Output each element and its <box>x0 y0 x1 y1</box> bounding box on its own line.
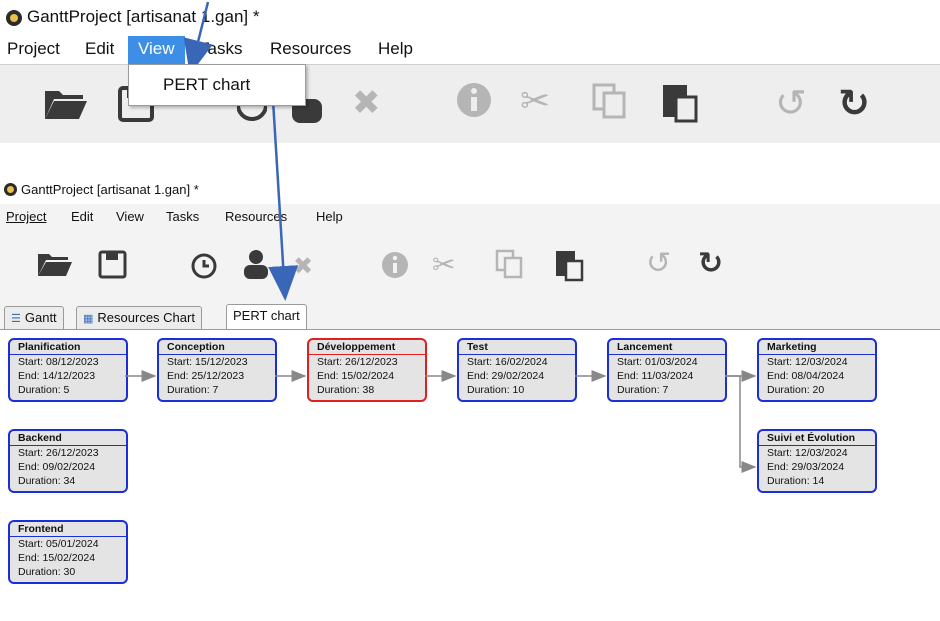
task-end: End: 15/02/2024 <box>18 552 96 564</box>
tab-gantt[interactable]: ☰ Gantt <box>4 306 64 329</box>
task-duration: Duration: 10 <box>467 384 525 396</box>
task-start: Start: 15/12/2023 <box>167 356 248 368</box>
undo-icon-small[interactable]: ↺ <box>646 246 671 281</box>
task-end: End: 29/03/2024 <box>767 461 845 473</box>
bottom-title-bar: GanttProject [artisanat 1.gan] * <box>0 178 940 202</box>
paste-icon[interactable] <box>660 81 700 127</box>
tab-resources-label: Resources Chart <box>97 310 195 325</box>
pert-task-box[interactable]: Planification Start: 08/12/2023 End: 14/12… <box>8 338 128 402</box>
menu-view-small[interactable]: View <box>116 209 144 224</box>
pert-task-box[interactable]: Développement Start: 26/12/2023 End: 15/02… <box>307 338 427 402</box>
task-start: Start: 01/03/2024 <box>617 356 698 368</box>
menu-project[interactable]: Project <box>7 36 60 64</box>
window-title-small: GanttProject [artisanat 1.gan] * <box>21 182 199 197</box>
pert-task-box[interactable]: Lancement Start: 01/03/2024 End: 11/03/202… <box>607 338 727 402</box>
top-menu-bar: Project Edit View Tasks Resources Help <box>0 36 940 64</box>
gantt-tab-icon: ☰ <box>11 313 21 325</box>
delete-icon-small[interactable]: ✖ <box>293 252 313 280</box>
ganttproject-logo-icon <box>6 10 22 26</box>
menu-edit[interactable]: Edit <box>85 36 114 64</box>
delete-icon[interactable]: ✖ <box>352 83 381 123</box>
redo-icon[interactable]: ↻ <box>838 81 870 125</box>
menu-view[interactable]: View <box>128 36 185 64</box>
menu-resources[interactable]: Resources <box>270 36 351 64</box>
task-start: Start: 05/01/2024 <box>18 538 99 550</box>
pert-chart-area: Planification Start: 08/12/2023 End: 14/12… <box>0 329 940 621</box>
menu-resources-small[interactable]: Resources <box>225 209 287 224</box>
copy-icon-small[interactable] <box>494 248 526 284</box>
task-name: Marketing <box>759 340 875 355</box>
resources-tab-icon: ▦ <box>83 313 94 325</box>
task-start: Start: 08/12/2023 <box>18 356 99 368</box>
bottom-menu-bar: Project Edit View Tasks Resources Help <box>0 204 940 230</box>
person-icon-small[interactable] <box>242 248 270 284</box>
task-end: End: 15/02/2024 <box>317 370 395 382</box>
open-folder-icon-small[interactable] <box>36 248 74 284</box>
tab-bar: ☰ Gantt ▦ Resources Chart PERT chart <box>0 302 940 330</box>
task-duration: Duration: 5 <box>18 384 70 396</box>
pert-task-box[interactable]: Suivi et Évolution Start: 12/03/2024 End: … <box>757 429 877 493</box>
open-folder-icon[interactable] <box>42 83 88 133</box>
task-duration: Duration: 30 <box>18 566 76 578</box>
menu-help[interactable]: Help <box>378 36 413 64</box>
task-duration: Duration: 34 <box>18 475 76 487</box>
top-title-bar: GanttProject [artisanat 1.gan] * <box>0 0 940 36</box>
task-end: End: 08/04/2024 <box>767 370 845 382</box>
menu-project-small[interactable]: Project <box>6 209 46 224</box>
task-end: End: 25/12/2023 <box>167 370 245 382</box>
dropdown-item-pert-chart[interactable]: PERT chart <box>163 75 250 95</box>
task-name: Conception <box>159 340 275 355</box>
task-end: End: 09/02/2024 <box>18 461 96 473</box>
info-icon[interactable] <box>455 81 493 123</box>
pert-task-box[interactable]: Conception Start: 15/12/2023 End: 25/12/20… <box>157 338 277 402</box>
task-start: Start: 12/03/2024 <box>767 447 848 459</box>
task-end: End: 29/02/2024 <box>467 370 545 382</box>
view-dropdown-menu: PERT chart <box>128 64 306 106</box>
tab-gantt-label: Gantt <box>24 310 57 325</box>
task-duration: Duration: 7 <box>167 384 219 396</box>
task-start: Start: 26/12/2023 <box>317 356 398 368</box>
tab-resources-chart[interactable]: ▦ Resources Chart <box>76 306 202 329</box>
menu-help-small[interactable]: Help <box>316 209 343 224</box>
task-name: Frontend <box>10 522 126 537</box>
tab-pert-chart[interactable]: PERT chart <box>226 304 307 330</box>
task-name: Suivi et Évolution <box>759 431 875 446</box>
task-name: Planification <box>10 340 126 355</box>
task-duration: Duration: 20 <box>767 384 825 396</box>
menu-tasks[interactable]: Tasks <box>199 36 242 64</box>
pert-task-box[interactable]: Test Start: 16/02/2024 End: 29/02/2024 Dura… <box>457 338 577 402</box>
task-end: End: 14/12/2023 <box>18 370 96 382</box>
pert-task-box[interactable]: Marketing Start: 12/03/2024 End: 08/04/202… <box>757 338 877 402</box>
task-duration: Duration: 7 <box>617 384 669 396</box>
bottom-toolbar: ✖ ✂ ↺ ↻ <box>0 230 940 302</box>
scissors-icon[interactable]: ✂ <box>520 81 550 122</box>
menu-edit-small[interactable]: Edit <box>71 209 93 224</box>
pert-task-box[interactable]: Frontend Start: 05/01/2024 End: 15/02/2024… <box>8 520 128 584</box>
task-start: Start: 26/12/2023 <box>18 447 99 459</box>
task-duration: Duration: 38 <box>317 384 375 396</box>
undo-icon[interactable]: ↺ <box>775 81 807 125</box>
task-name: Développement <box>309 340 425 355</box>
scissors-icon-small[interactable]: ✂ <box>432 248 455 281</box>
task-start: Start: 12/03/2024 <box>767 356 848 368</box>
copy-icon[interactable] <box>590 81 630 125</box>
info-icon-small[interactable] <box>380 250 410 284</box>
window-title: GanttProject [artisanat 1.gan] * <box>27 7 260 26</box>
clock-icon-small[interactable] <box>190 252 218 284</box>
redo-icon-small[interactable]: ↻ <box>698 246 723 281</box>
tab-pert-label: PERT chart <box>233 308 300 323</box>
task-end: End: 11/03/2024 <box>617 370 694 382</box>
menu-tasks-small[interactable]: Tasks <box>166 209 199 224</box>
ganttproject-logo-icon-small <box>4 183 17 196</box>
task-name: Lancement <box>609 340 725 355</box>
pert-task-box[interactable]: Backend Start: 26/12/2023 End: 09/02/2024 D… <box>8 429 128 493</box>
task-start: Start: 16/02/2024 <box>467 356 548 368</box>
task-duration: Duration: 14 <box>767 475 825 487</box>
save-icon-small[interactable] <box>98 250 128 284</box>
task-name: Test <box>459 340 575 355</box>
task-name: Backend <box>10 431 126 446</box>
paste-icon-small[interactable] <box>554 248 586 286</box>
